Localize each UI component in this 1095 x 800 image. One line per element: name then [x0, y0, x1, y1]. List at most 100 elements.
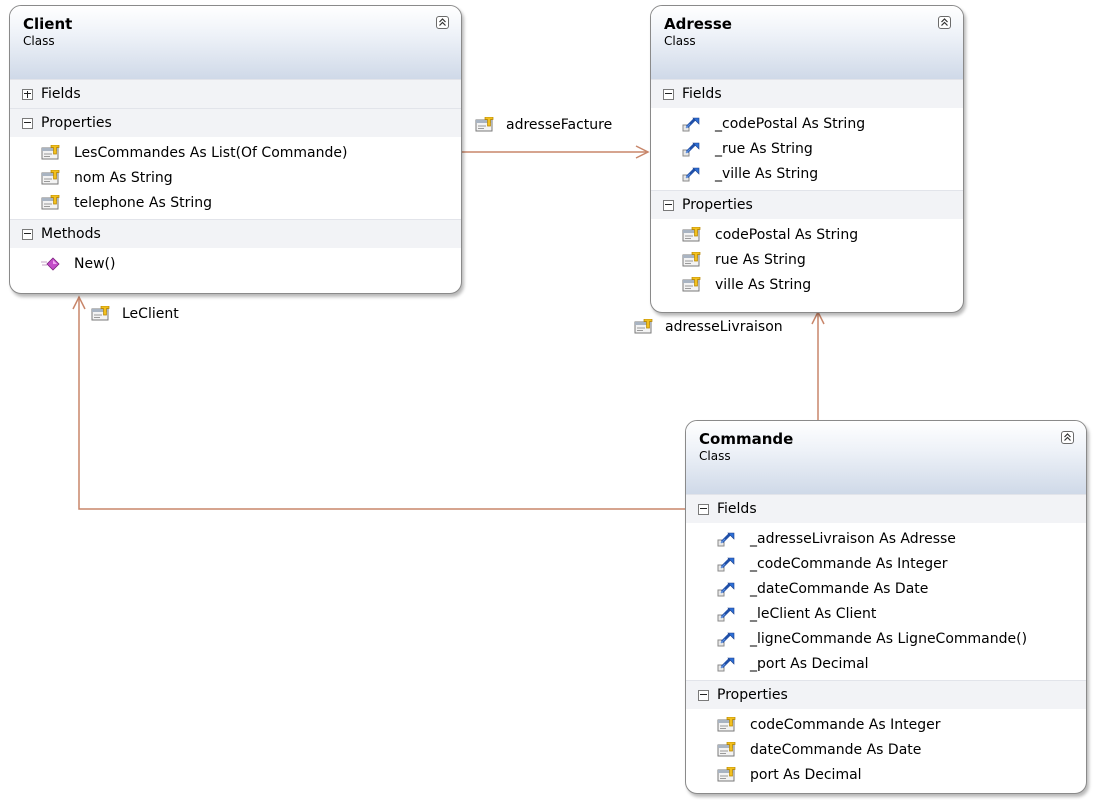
member-row[interactable]: LesCommandes As List(Of Commande): [10, 140, 461, 165]
member-label: _codePostal As String: [715, 115, 866, 132]
class-header: Commande Class: [686, 421, 1086, 494]
collapse-class-button[interactable]: [938, 16, 951, 29]
property-list: codeCommande As Integer dateCommande As …: [686, 709, 1086, 791]
member-row[interactable]: _adresseLivraison As Adresse: [686, 526, 1086, 551]
member-label: _adresseLivraison As Adresse: [750, 530, 956, 547]
class-name: Commande: [699, 430, 794, 448]
field-list: _codePostal As String _rue As String _vi…: [651, 108, 963, 190]
member-label: port As Decimal: [750, 766, 862, 783]
collapse-class-button[interactable]: [436, 16, 449, 29]
association-label-leclient[interactable]: LeClient: [91, 306, 179, 322]
member-label: rue As String: [715, 251, 806, 268]
field-icon: [717, 531, 736, 547]
member-label: _rue As String: [715, 140, 813, 157]
field-icon: [717, 656, 736, 672]
collapse-icon[interactable]: [22, 228, 33, 240]
member-row[interactable]: port As Decimal: [686, 762, 1086, 787]
field-icon: [682, 141, 701, 157]
member-row[interactable]: ville As String: [651, 272, 963, 297]
class-stereotype: Class: [23, 34, 55, 48]
section-header-properties[interactable]: Properties: [651, 190, 963, 219]
method-list: New(): [10, 248, 461, 280]
member-label: _codeCommande As Integer: [750, 555, 948, 572]
section-label: Fields: [717, 501, 757, 517]
class-stereotype: Class: [699, 449, 731, 463]
member-row[interactable]: codeCommande As Integer: [686, 712, 1086, 737]
member-row[interactable]: dateCommande As Date: [686, 737, 1086, 762]
class-name: Client: [23, 15, 73, 33]
member-row[interactable]: _dateCommande As Date: [686, 576, 1086, 601]
member-row[interactable]: rue As String: [651, 247, 963, 272]
property-icon: [475, 117, 494, 133]
member-row[interactable]: New(): [10, 251, 461, 276]
class-name: Adresse: [664, 15, 732, 33]
class-box-commande[interactable]: Commande Class Fields _adresseLivraison …: [685, 420, 1087, 794]
section-header-methods[interactable]: Methods: [10, 219, 461, 248]
member-label: _leClient As Client: [750, 605, 877, 622]
member-row[interactable]: _leClient As Client: [686, 601, 1086, 626]
section-header-fields[interactable]: Fields: [686, 494, 1086, 523]
member-label: dateCommande As Date: [750, 741, 922, 758]
section-label: Fields: [41, 86, 81, 102]
section-label: Properties: [682, 197, 753, 213]
section-header-fields[interactable]: Fields: [651, 79, 963, 108]
collapse-chevron-icon: [437, 17, 448, 28]
collapse-chevron-icon: [939, 17, 950, 28]
collapse-icon[interactable]: [22, 117, 33, 129]
member-label: codePostal As String: [715, 226, 859, 243]
member-row[interactable]: _codeCommande As Integer: [686, 551, 1086, 576]
field-list: _adresseLivraison As Adresse _codeComman…: [686, 523, 1086, 680]
member-label: _port As Decimal: [750, 655, 869, 672]
association-name: LeClient: [122, 306, 179, 322]
field-icon: [717, 631, 736, 647]
section-header-properties[interactable]: Properties: [10, 108, 461, 137]
property-list: LesCommandes As List(Of Commande) nom As…: [10, 137, 461, 219]
member-row[interactable]: _port As Decimal: [686, 651, 1086, 676]
association-name: adresseFacture: [506, 117, 613, 133]
member-row[interactable]: _codePostal As String: [651, 111, 963, 136]
member-label: _dateCommande As Date: [750, 580, 929, 597]
member-row[interactable]: codePostal As String: [651, 222, 963, 247]
member-row[interactable]: telephone As String: [10, 190, 461, 215]
section-label: Properties: [717, 687, 788, 703]
section-label: Methods: [41, 226, 101, 242]
member-row[interactable]: _ligneCommande As LigneCommande(): [686, 626, 1086, 651]
property-icon: [682, 227, 701, 243]
collapse-icon[interactable]: [698, 503, 709, 515]
member-row[interactable]: _ville As String: [651, 161, 963, 186]
class-header: Client Class: [10, 6, 461, 79]
member-row[interactable]: _rue As String: [651, 136, 963, 161]
field-icon: [717, 556, 736, 572]
field-icon: [717, 606, 736, 622]
section-label: Fields: [682, 86, 722, 102]
class-header: Adresse Class: [651, 6, 963, 79]
section-header-fields[interactable]: Fields: [10, 79, 461, 108]
association-label-adresselivraison[interactable]: adresseLivraison: [634, 319, 783, 335]
member-label: telephone As String: [74, 194, 212, 211]
collapse-icon[interactable]: [663, 199, 674, 211]
class-diagram-canvas: adresseFacture LeClient adresseLivraison…: [0, 0, 1095, 800]
class-box-client[interactable]: Client Class Fields Properties LesComman…: [9, 5, 462, 294]
method-icon: [41, 256, 60, 272]
field-icon: [682, 166, 701, 182]
property-icon: [682, 277, 701, 293]
member-label: ville As String: [715, 276, 812, 293]
class-box-adresse[interactable]: Adresse Class Fields _codePostal As Stri…: [650, 5, 964, 313]
member-label: LesCommandes As List(Of Commande): [74, 144, 348, 161]
property-icon: [682, 252, 701, 268]
property-icon: [717, 767, 736, 783]
property-icon: [634, 319, 653, 335]
member-row[interactable]: nom As String: [10, 165, 461, 190]
property-icon: [717, 742, 736, 758]
collapse-icon[interactable]: [698, 689, 709, 701]
property-icon: [41, 145, 60, 161]
property-list: codePostal As String rue As String ville…: [651, 219, 963, 301]
property-icon: [717, 717, 736, 733]
association-label-adressefacture[interactable]: adresseFacture: [475, 117, 612, 133]
field-icon: [717, 581, 736, 597]
collapse-class-button[interactable]: [1061, 431, 1074, 444]
section-header-properties[interactable]: Properties: [686, 680, 1086, 709]
expand-icon[interactable]: [22, 88, 33, 100]
collapse-icon[interactable]: [663, 88, 674, 100]
member-label: _ville As String: [715, 165, 819, 182]
